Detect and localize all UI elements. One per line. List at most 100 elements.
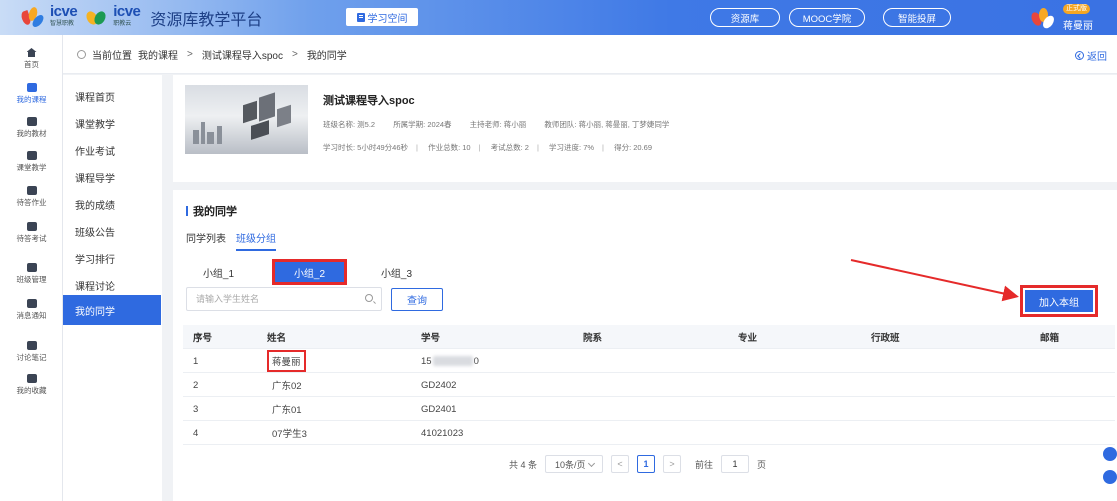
course-menu-ranking[interactable]: 学习排行	[63, 243, 161, 273]
course-menu-home[interactable]: 课程首页	[63, 81, 161, 111]
help-icon[interactable]	[1103, 470, 1117, 484]
course-term: 所属学期: 2024春	[393, 120, 452, 129]
table-row[interactable]: 3 广东01 GD2401	[183, 397, 1115, 421]
favorite-icon	[26, 374, 37, 383]
breadcrumb-bar: 当前位置 我的课程 > 测试课程导入spoc > 我的同学 返回	[63, 35, 1117, 74]
course-menu-guide[interactable]: 课程导学	[63, 162, 161, 192]
row-no: 1	[193, 355, 199, 367]
query-button[interactable]: 查询	[391, 288, 443, 311]
back-button[interactable]: 返回	[1075, 48, 1107, 63]
rail-item-classroom[interactable]: 课堂教学	[0, 144, 63, 180]
rail-item-my-courses[interactable]: 我的课程	[0, 76, 63, 112]
join-group-button[interactable]: 加入本组	[1025, 290, 1093, 312]
logo-group[interactable]: icve 智慧职教 icve 职教云 资源库教学平台	[19, 3, 263, 31]
breadcrumb-course[interactable]: 测试课程导入spoc	[202, 47, 283, 62]
table-header: 序号 姓名 学号 院系 专业 行政班 邮箱	[183, 325, 1115, 349]
classroom-icon	[26, 151, 37, 160]
rail-item-textbooks[interactable]: 我的教材	[0, 110, 63, 146]
study-progress: 学习进度: 7%	[549, 143, 595, 152]
rail-item-homework[interactable]: 待答作业	[0, 179, 63, 215]
row-name: 07学生3	[272, 429, 307, 440]
tab-classmate-list[interactable]: 同学列表	[186, 230, 226, 245]
rail-label: 我的课程	[16, 95, 47, 104]
nav-resource-library[interactable]: 资源库	[710, 8, 780, 27]
next-page-button[interactable]: >	[663, 455, 682, 473]
back-icon	[1075, 51, 1084, 60]
left-icon-rail: 首页 我的课程 我的教材 课堂教学 待答作业 待答考试 班级管理 消息通知 讨论…	[0, 35, 63, 501]
message-icon	[26, 299, 37, 308]
breadcrumb-prefix: 当前位置	[92, 50, 132, 62]
breadcrumb: 当前位置 我的课程 > 测试课程导入spoc > 我的同学	[77, 47, 347, 62]
course-icon	[26, 83, 37, 92]
col-major: 专业	[738, 333, 758, 344]
col-class: 行政班	[871, 333, 900, 344]
course-menu-grades[interactable]: 我的成绩	[63, 189, 161, 219]
rail-item-home[interactable]: 首页	[0, 41, 63, 77]
pagination-total: 共 4 条	[509, 459, 538, 470]
user-name: 蒋曼丽	[1063, 21, 1093, 32]
exam-icon	[26, 222, 37, 231]
rail-item-favorites[interactable]: 我的收藏	[0, 367, 63, 403]
search-icon[interactable]	[365, 294, 373, 302]
exam-total: 考试总数: 2	[490, 143, 529, 152]
group-tab-1[interactable]: 小组_1	[191, 259, 246, 285]
col-dept: 院系	[583, 333, 603, 344]
course-info-card: 测试课程导入spoc 班级名称: 测5.2 所属学期: 2024春 主持老师: …	[173, 75, 1117, 182]
col-email: 邮箱	[1040, 333, 1060, 344]
goto-prefix: 前往	[695, 459, 714, 470]
textbook-icon	[26, 117, 37, 126]
page-size-select[interactable]: 10条/页	[545, 455, 604, 473]
course-meta-row-1: 班级名称: 测5.2 所属学期: 2024春 主持老师: 蒋小丽 教师团队: 蒋…	[323, 119, 685, 130]
table-row[interactable]: 4 07学生3 41021023	[183, 421, 1115, 445]
course-menu-homework-exam[interactable]: 作业考试	[63, 135, 161, 165]
homework-icon	[26, 186, 37, 195]
student-search-input[interactable]	[187, 288, 357, 310]
rail-label: 我的收藏	[16, 386, 47, 395]
course-menu-classmates[interactable]: 我的同学	[63, 295, 161, 325]
tab-class-groups[interactable]: 班级分组	[236, 230, 276, 251]
breadcrumb-separator: >	[291, 48, 298, 60]
course-menu-notices[interactable]: 班级公告	[63, 216, 161, 246]
nav-smart-cast[interactable]: 智能投屏	[883, 8, 951, 27]
goto-suffix: 页	[757, 459, 767, 470]
col-no: 序号	[193, 333, 213, 344]
rail-item-class-management[interactable]: 班级管理	[0, 256, 63, 292]
group-tab-3[interactable]: 小组_3	[369, 259, 424, 285]
platform-title: 资源库教学平台	[150, 12, 263, 29]
pagination: 共 4 条 10条/页 < 1 > 前往 页	[509, 455, 766, 473]
row-no: 2	[193, 379, 199, 391]
table-row[interactable]: 2 广东02 GD2402	[183, 373, 1115, 397]
course-meta-row-2: 学习时长: 5小时49分46秒 | 作业总数: 10 | 考试总数: 2 | 学习进度…	[323, 143, 653, 152]
course-menu-classroom[interactable]: 课堂教学	[63, 108, 161, 138]
table-row[interactable]: 1 蒋曼丽 15 0	[183, 349, 1115, 373]
breadcrumb-separator: >	[187, 48, 193, 60]
rail-label: 班级管理	[16, 275, 47, 284]
rail-label: 待答考试	[16, 234, 47, 243]
page-number-current[interactable]: 1	[637, 455, 656, 473]
class-icon	[26, 263, 37, 272]
icve-logo-text: icve 智慧职教	[50, 3, 78, 27]
rail-label: 讨论笔记	[16, 353, 47, 362]
row-id: GD2402	[421, 379, 457, 391]
cloud-tool-icon[interactable]	[1103, 447, 1117, 461]
user-menu[interactable]: 正式版 蒋曼丽	[1029, 4, 1117, 32]
rail-label: 消息通知	[16, 311, 47, 320]
row-no: 4	[193, 427, 199, 439]
row-no: 3	[193, 403, 199, 415]
study-space-button[interactable]: 学习空间	[346, 8, 418, 26]
course-cover-image	[185, 85, 308, 154]
goto-page-input[interactable]	[721, 455, 750, 473]
class-name: 班级名称: 测5.2	[323, 120, 376, 129]
col-id: 学号	[421, 333, 441, 344]
nav-mooc-college[interactable]: MOOC学院	[789, 8, 865, 27]
cloud-logo-text: icve 职教云	[113, 3, 141, 27]
rail-item-exam[interactable]: 待答考试	[0, 215, 63, 251]
row-id: GD2401	[421, 403, 457, 415]
breadcrumb-my-courses[interactable]: 我的课程	[138, 47, 178, 62]
rail-item-messages[interactable]: 消息通知	[0, 292, 63, 328]
rail-item-notes[interactable]: 讨论笔记	[0, 334, 63, 370]
row-name-cell: 蒋曼丽	[267, 349, 347, 373]
course-team: 教师团队: 蒋小丽, 蒋曼丽, 丁梦婕同学	[544, 120, 670, 129]
group-tab-2[interactable]: 小组_2	[272, 259, 347, 285]
prev-page-button[interactable]: <	[611, 455, 630, 473]
